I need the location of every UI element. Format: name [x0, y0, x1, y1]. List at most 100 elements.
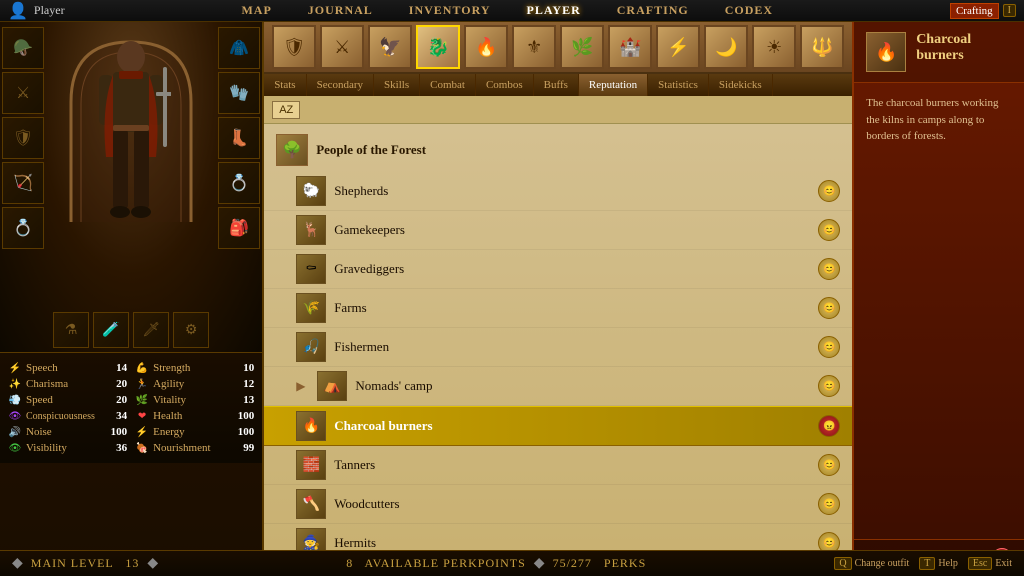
equip-slot-weapon[interactable]: ⚔: [2, 72, 44, 114]
equip-slot-ring-l[interactable]: 💍: [2, 207, 44, 249]
player-label: Player: [34, 3, 65, 18]
detail-desc-text: The charcoal burners working the kilns i…: [866, 95, 1012, 145]
equip-slot-chest[interactable]: 🧥: [218, 27, 260, 69]
strength-label: Strength: [153, 362, 230, 374]
equip-slot-bottom1[interactable]: ⚗: [53, 312, 89, 348]
tab-sidekicks[interactable]: Sidekicks: [709, 74, 773, 96]
tab-reputation[interactable]: Reputation: [579, 74, 648, 96]
equip-slots-left: 🪖 ⚔ 🛡 🏹 💍: [2, 27, 44, 249]
equip-slot-boots[interactable]: 👢: [218, 117, 260, 159]
health-icon: ❤: [135, 409, 149, 423]
list-item-gravediggers[interactable]: ⚰ Gravediggers 😊: [264, 250, 852, 289]
equip-slot-bow[interactable]: 🏹: [2, 162, 44, 204]
bottom-center: 8 AVAILABLE PERKPOINTS ◆ 75/277 PERKS: [346, 555, 646, 572]
character-figure: [86, 37, 176, 327]
shortcut-exit: Esc Exit: [968, 557, 1012, 570]
item-icon-gravediggers: ⚰: [296, 254, 326, 284]
icon-tab-12[interactable]: 🔱: [800, 25, 844, 69]
tab-combat[interactable]: Combat: [420, 74, 476, 96]
icon-tab-5[interactable]: 🔥: [464, 25, 508, 69]
icon-tab-2[interactable]: ⚔: [320, 25, 364, 69]
stat-strength: 💪 Strength 10: [135, 361, 254, 375]
key-t[interactable]: T: [919, 557, 935, 570]
item-icon-farms: 🌾: [296, 293, 326, 323]
list-item-shepherds[interactable]: 🐑 Shepherds 😊: [264, 172, 852, 211]
list-item-tanners[interactable]: 🧱 Tanners 😊: [264, 446, 852, 485]
tab-skills[interactable]: Skills: [374, 74, 420, 96]
icon-tab-1[interactable]: 🛡: [272, 25, 316, 69]
crafting-key: I: [1003, 4, 1016, 17]
az-sort-button[interactable]: AZ: [272, 101, 300, 119]
equip-slot-bottom3[interactable]: 🗡: [133, 312, 169, 348]
icon-tab-4[interactable]: 🐉: [416, 25, 460, 69]
stat-conspicuousness: 👁 Conspicuousness 34: [8, 409, 127, 423]
key-esc[interactable]: Esc: [968, 557, 992, 570]
icon-tab-10[interactable]: 🌙: [704, 25, 748, 69]
nav-player[interactable]: PLAYER: [523, 1, 585, 20]
reputation-list[interactable]: 🌳 People of the Forest 🐑 Shepherds 😊 🦌 G…: [264, 124, 852, 576]
nav-crafting[interactable]: CRAFTING: [613, 1, 693, 20]
list-item-farms[interactable]: 🌾 Farms 😊: [264, 289, 852, 328]
equip-slot-gloves[interactable]: 🧤: [218, 72, 260, 114]
list-item-nomads-camp[interactable]: ▶ ⛺ Nomads' camp 😊: [264, 367, 852, 406]
agility-value: 12: [234, 378, 254, 390]
arrow-icon: ◆: [534, 555, 545, 572]
equip-slot-ring-r[interactable]: 💍: [218, 162, 260, 204]
key-q[interactable]: Q: [834, 557, 851, 570]
icon-tab-3[interactable]: 🦅: [368, 25, 412, 69]
rep-icon-tanners: 😊: [818, 454, 840, 476]
list-item-woodcutters[interactable]: 🪓 Woodcutters 😊: [264, 485, 852, 524]
icon-tab-11[interactable]: ☀: [752, 25, 796, 69]
list-item-gamekeepers[interactable]: 🦌 Gamekeepers 😊: [264, 211, 852, 250]
detail-description: The charcoal burners working the kilns i…: [854, 83, 1024, 539]
tab-statistics[interactable]: Statistics: [648, 74, 709, 96]
tab-combos[interactable]: Combos: [476, 74, 534, 96]
item-label-shepherds: Shepherds: [334, 183, 810, 199]
expand-nomads: ▶: [296, 379, 305, 394]
icon-tab-6[interactable]: ⚜: [512, 25, 556, 69]
crafting-mode-badge: Crafting: [950, 3, 999, 19]
stat-energy: ⚡ Energy 100: [135, 425, 254, 439]
equip-slot-helm[interactable]: 🪖: [2, 27, 44, 69]
list-item-charcoal-burners[interactable]: 🔥 Charcoal burners 😠: [264, 406, 852, 446]
icon-tab-9[interactable]: ⚡: [656, 25, 700, 69]
stat-charisma: ✨ Charisma 20: [8, 377, 127, 391]
equip-slot-bottom4[interactable]: ⚙: [173, 312, 209, 348]
icon-tab-8[interactable]: 🏰: [608, 25, 652, 69]
stats-panel: ⚡ Speech 14 💪 Strength 10 ✨ Charisma 20 …: [0, 352, 262, 463]
bottom-bar: ◆ MAIN LEVEL 13 ◆ 8 AVAILABLE PERKPOINTS…: [0, 550, 1024, 576]
top-bar-right: Crafting I: [950, 3, 1024, 19]
equip-slot-shield[interactable]: 🛡: [2, 117, 44, 159]
strength-value: 10: [234, 362, 254, 374]
text-tabs-row: Stats Secondary Skills Combat Combos Buf…: [264, 74, 852, 96]
diamond-icon-left: ◆: [12, 555, 23, 572]
group-header-people-of-forest[interactable]: 🌳 People of the Forest: [264, 128, 852, 172]
noise-value: 100: [107, 426, 127, 438]
detail-icon: 🔥: [866, 32, 906, 72]
detail-title: Charcoal burners: [916, 32, 1012, 64]
tab-buffs[interactable]: Buffs: [534, 74, 579, 96]
perk-points-display: 8 AVAILABLE PERKPOINTS: [346, 556, 526, 571]
rep-icon-shepherds: 😊: [818, 180, 840, 202]
stat-speed: 💨 Speed 20: [8, 393, 127, 407]
nav-map[interactable]: MAP: [237, 1, 275, 20]
equip-slot-bottom2[interactable]: 🧪: [93, 312, 129, 348]
nav-codex[interactable]: CODEX: [721, 1, 777, 20]
help-label: Help: [938, 558, 957, 569]
nav-inventory[interactable]: INVENTORY: [405, 1, 495, 20]
perks-total: 277: [571, 556, 592, 570]
item-icon-charcoal: 🔥: [296, 411, 326, 441]
stat-nourishment: 🍖 Nourishment 99: [135, 441, 254, 455]
stat-health: ❤ Health 100: [135, 409, 254, 423]
search-sort-bar: AZ: [264, 96, 852, 124]
icon-tab-7[interactable]: 🌿: [560, 25, 604, 69]
main-level-display: MAIN LEVEL 13: [31, 556, 140, 571]
equip-slot-bag[interactable]: 🎒: [218, 207, 260, 249]
vitality-label: Vitality: [153, 394, 230, 406]
right-panel: 🔥 Charcoal burners The charcoal burners …: [852, 22, 1024, 576]
tab-secondary[interactable]: Secondary: [307, 74, 374, 96]
tab-stats[interactable]: Stats: [264, 74, 306, 96]
rep-icon-woodcutters: 😊: [818, 493, 840, 515]
nav-journal[interactable]: JOURNAL: [304, 1, 377, 20]
list-item-fishermen[interactable]: 🎣 Fishermen 😊: [264, 328, 852, 367]
